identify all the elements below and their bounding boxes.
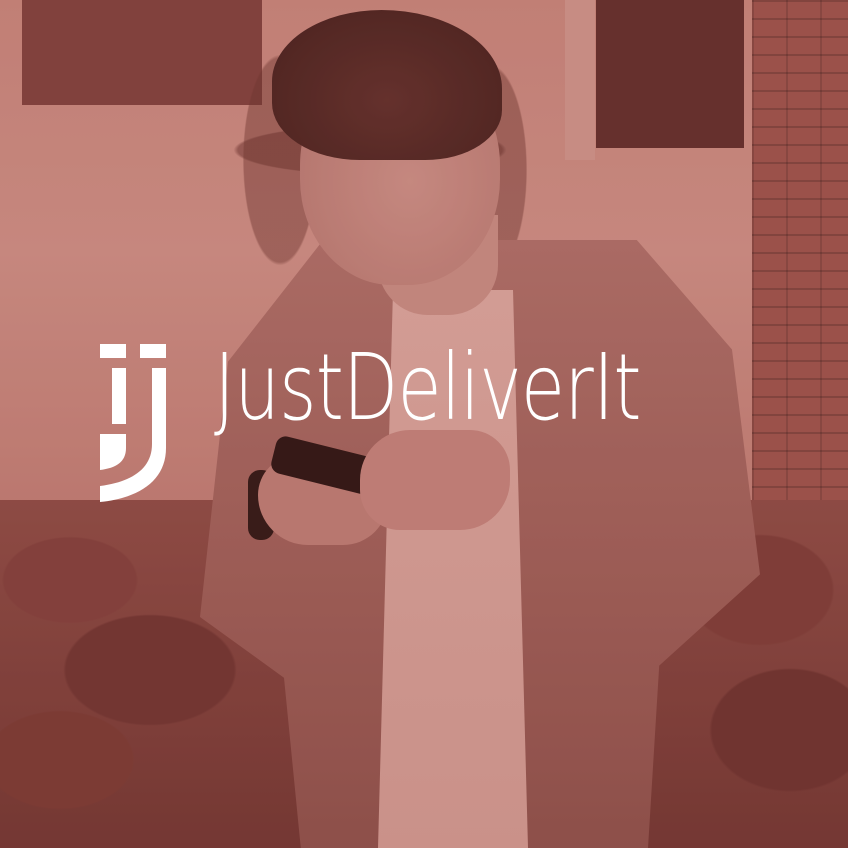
brand-lockup: JustDeliverIt [96,338,761,508]
brand-name: JustDeliverIt [214,334,642,441]
hero-image: JustDeliverIt [0,0,848,848]
jj-monogram-icon [100,344,166,502]
